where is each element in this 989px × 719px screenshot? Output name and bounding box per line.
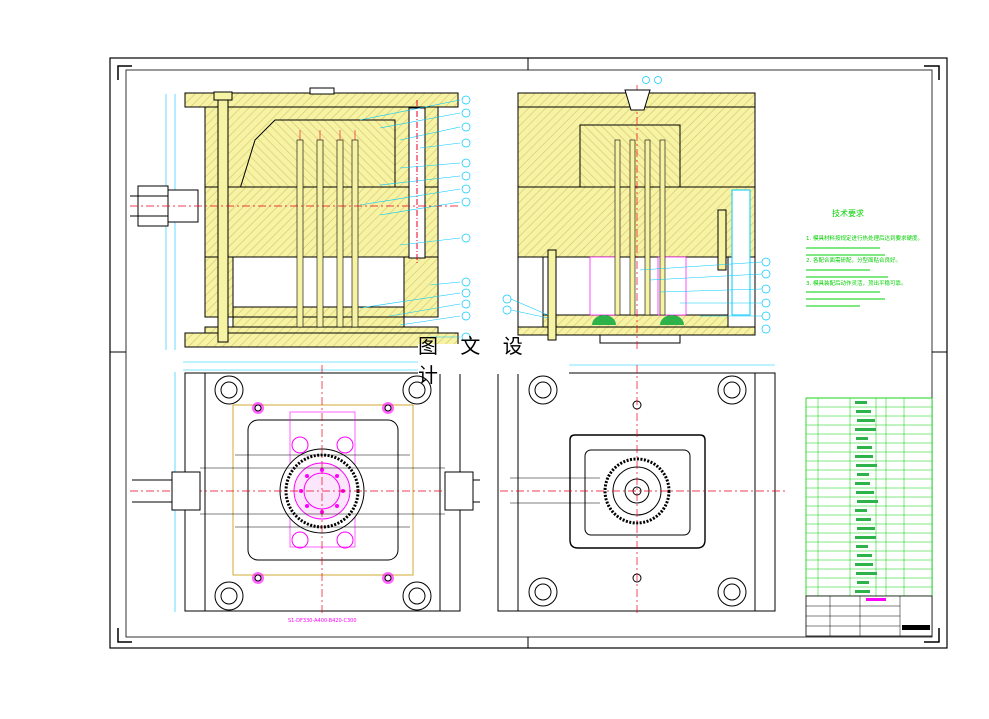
parts-list [805,397,933,597]
tech-line-3: 3. 模具装配后动作灵活，顶出平稳可靠。 [806,279,907,287]
watermark: 图 文 设 计 [418,334,569,387]
tech-line-1: 1. 模具材料按规定进行热处理后达到要求硬度。 [806,234,923,242]
tech-title: 技术要求 [832,208,864,218]
tech-requirements: 技术要求 1. 模具材料按规定进行热处理后达到要求硬度。 2. 各配合面需研配，… [806,208,923,307]
section-view-left [130,87,471,350]
plan-view-right [497,364,785,615]
plan-note: S1-DF330-A400-B420-C300 [288,618,357,624]
section-view-right [502,76,771,350]
tech-line-2: 2. 各配合面需研配，分型面贴合良好。 [806,256,901,264]
title-block [805,595,933,637]
plan-view-left: S1-DF330-A400-B420-C300 [130,361,480,624]
